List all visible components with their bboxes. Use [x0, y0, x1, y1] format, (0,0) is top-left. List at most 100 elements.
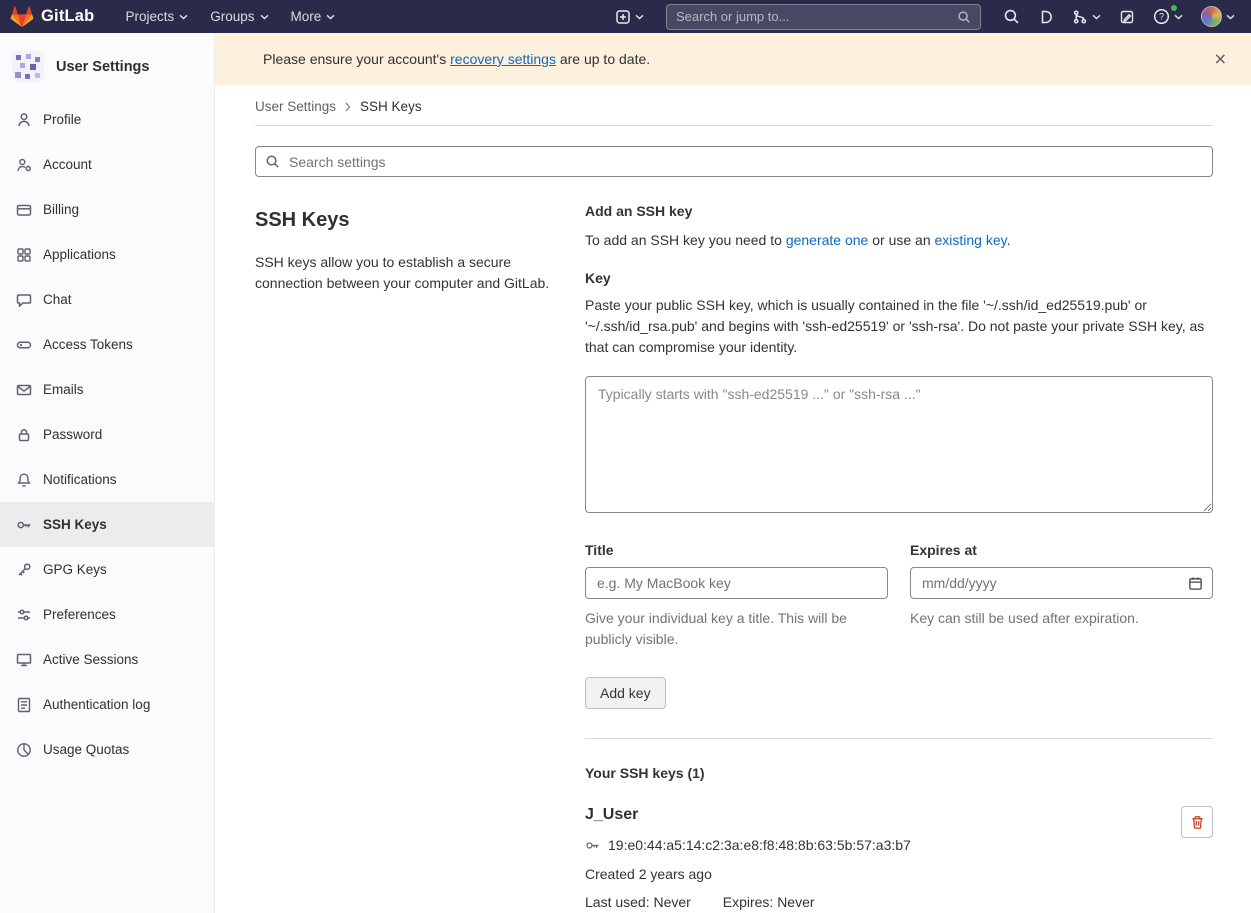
search-button[interactable]	[997, 4, 1026, 29]
nav-more-dropdown[interactable]: More	[282, 4, 345, 29]
chevron-right-icon	[345, 102, 351, 112]
user-settings-avatar	[12, 51, 44, 83]
sidebar-item-active-sessions[interactable]: Active Sessions	[0, 637, 214, 682]
intro-text: or use an	[868, 232, 934, 248]
chevron-down-icon	[635, 14, 644, 20]
chat-icon	[16, 292, 32, 308]
title-input[interactable]	[585, 567, 888, 599]
main-content: Please ensure your account's recovery se…	[215, 33, 1251, 913]
intro-text: To add an SSH key you need to	[585, 232, 786, 248]
title-field-group: Title Give your individual key a title. …	[585, 542, 888, 650]
title-field-label: Title	[585, 542, 888, 558]
chevron-down-icon	[260, 14, 269, 20]
expires-field-label: Expires at	[910, 542, 1213, 558]
help-icon: ?	[1153, 8, 1170, 25]
key-field-label: Key	[585, 270, 1213, 286]
add-ssh-key-heading: Add an SSH key	[585, 203, 1213, 219]
ssh-key-form-column: Add an SSH key To add an SSH key you nee…	[585, 201, 1213, 910]
sidebar-item-label: Account	[43, 157, 92, 172]
user-menu-dropdown[interactable]	[1195, 2, 1241, 31]
calendar-icon[interactable]	[1188, 576, 1203, 591]
sidebar-item-authentication-log[interactable]: Authentication log	[0, 682, 214, 727]
section-divider	[585, 738, 1213, 739]
nav-more-label: More	[291, 9, 322, 24]
ssh-key-textarea[interactable]	[585, 376, 1213, 513]
sidebar-item-ssh-keys[interactable]: SSH Keys	[0, 502, 214, 547]
settings-search-input[interactable]	[255, 146, 1213, 177]
key-field-help: Paste your public SSH key, which is usua…	[585, 295, 1213, 358]
breadcrumb: User Settings SSH Keys	[255, 85, 1213, 126]
new-menu-dropdown[interactable]	[609, 5, 650, 29]
search-icon	[1003, 8, 1020, 25]
form-intro: To add an SSH key you need to generate o…	[585, 232, 1213, 248]
navbar-right: ?	[609, 2, 1241, 31]
sidebar-item-access-tokens[interactable]: Access Tokens	[0, 322, 214, 367]
nav-groups-dropdown[interactable]: Groups	[201, 4, 277, 29]
chevron-down-icon	[1174, 14, 1183, 20]
nav-projects-label: Projects	[125, 9, 174, 24]
sidebar-item-profile[interactable]: Profile	[0, 97, 214, 142]
ssh-key-title: J_User	[585, 806, 1181, 824]
ssh-keys-icon	[16, 517, 32, 533]
sidebar-item-notifications[interactable]: Notifications	[0, 457, 214, 502]
recovery-settings-link[interactable]: recovery settings	[450, 51, 556, 67]
delete-key-button[interactable]	[1181, 806, 1213, 838]
sidebar-item-usage-quotas[interactable]: Usage Quotas	[0, 727, 214, 772]
help-dropdown[interactable]: ?	[1147, 4, 1189, 29]
nav-projects-dropdown[interactable]: Projects	[116, 4, 197, 29]
global-search-input[interactable]	[676, 9, 957, 24]
sidebar-item-chat[interactable]: Chat	[0, 277, 214, 322]
ssh-key-expires: Expires: Never	[723, 894, 815, 910]
ssh-key-info: J_User 19:e0:44:a5:14:c2:3a:e8:f8:48:8b:…	[585, 806, 1181, 910]
user-avatar	[1201, 6, 1222, 27]
ssh-key-meta: Last used: Never Expires: Never	[585, 894, 1181, 910]
expires-at-input[interactable]	[910, 567, 1213, 599]
section-description: SSH Keys SSH keys allow you to establish…	[255, 201, 555, 294]
settings-search	[255, 146, 1213, 177]
ssh-key-list-item: J_User 19:e0:44:a5:14:c2:3a:e8:f8:48:8b:…	[585, 806, 1213, 910]
alert-close-button[interactable]: ×	[1206, 51, 1235, 67]
sidebar-item-label: SSH Keys	[43, 517, 107, 532]
sidebar-item-preferences[interactable]: Preferences	[0, 592, 214, 637]
add-key-button[interactable]: Add key	[585, 677, 666, 709]
sidebar-item-emails[interactable]: Emails	[0, 367, 214, 412]
chevron-down-icon	[1226, 14, 1235, 20]
recovery-settings-alert: Please ensure your account's recovery se…	[215, 33, 1251, 85]
breadcrumb-user-settings[interactable]: User Settings	[255, 99, 336, 114]
svg-text:?: ?	[1159, 12, 1164, 22]
search-icon	[957, 10, 971, 24]
intro-text: .	[1007, 232, 1011, 248]
alert-text: Please ensure your account's recovery se…	[263, 51, 650, 67]
navbar-menu: Projects Groups More	[116, 4, 344, 29]
sidebar-item-billing[interactable]: Billing	[0, 187, 214, 232]
generate-one-link[interactable]: generate one	[786, 232, 869, 248]
todos-button[interactable]	[1113, 5, 1141, 29]
active-sessions-icon	[16, 652, 32, 668]
chevron-down-icon	[179, 14, 188, 20]
breadcrumb-ssh-keys: SSH Keys	[360, 99, 422, 114]
brand-name: GitLab	[41, 7, 94, 26]
existing-key-link[interactable]: existing key	[935, 232, 1007, 248]
sidebar-item-label: Access Tokens	[43, 337, 133, 352]
sidebar-item-gpg-keys[interactable]: GPG Keys	[0, 547, 214, 592]
sidebar-item-password[interactable]: Password	[0, 412, 214, 457]
merge-requests-dropdown[interactable]	[1066, 5, 1107, 29]
merge-requests-icon	[1072, 9, 1088, 25]
sidebar-item-applications[interactable]: Applications	[0, 232, 214, 277]
todos-icon	[1119, 9, 1135, 25]
ssh-key-fingerprint: 19:e0:44:a5:14:c2:3a:e8:f8:48:8b:63:5b:5…	[608, 837, 911, 853]
issues-button[interactable]	[1032, 5, 1060, 29]
chevron-down-icon	[326, 14, 335, 20]
gitlab-home-link[interactable]: GitLab	[10, 5, 94, 28]
global-search	[666, 4, 981, 30]
sidebar-item-account[interactable]: Account	[0, 142, 214, 187]
page-title: SSH Keys	[255, 209, 555, 232]
key-icon	[585, 838, 600, 853]
account-icon	[16, 157, 32, 173]
applications-icon	[16, 247, 32, 263]
sidebar-item-label: Password	[43, 427, 102, 442]
sidebar-item-label: Notifications	[43, 472, 117, 487]
sidebar-title: User Settings	[56, 59, 149, 75]
sidebar-item-label: Preferences	[43, 607, 116, 622]
ssh-key-created: Created 2 years ago	[585, 866, 1181, 882]
